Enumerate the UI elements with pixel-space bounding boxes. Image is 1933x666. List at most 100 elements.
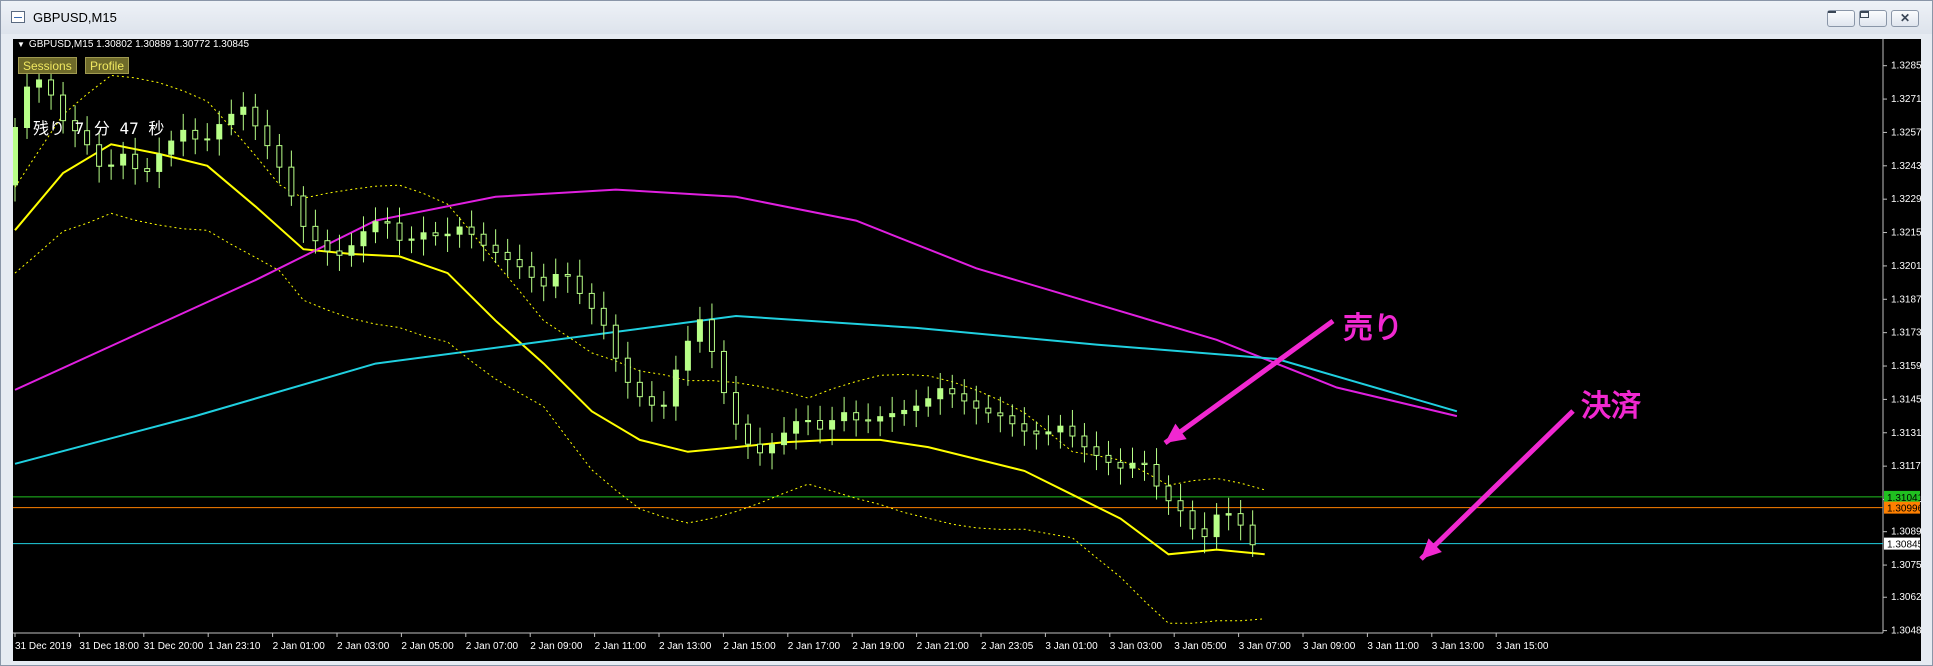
- x-tick-label: 2 Jan 11:00: [595, 641, 647, 652]
- candle-body: [925, 398, 932, 407]
- candle-body: [865, 419, 872, 422]
- candle-body: [648, 396, 655, 406]
- candle-body: [552, 273, 559, 287]
- candle-body: [468, 226, 475, 235]
- candle-body: [456, 226, 463, 235]
- y-tick-label: 1.31310: [1891, 428, 1921, 439]
- candle-body: [600, 307, 607, 326]
- candle-body: [973, 400, 980, 409]
- candle-body: [949, 388, 956, 395]
- candle-body: [576, 275, 583, 294]
- y-tick-label: 1.32290: [1891, 194, 1921, 205]
- candle-body: [769, 444, 776, 454]
- lower-band-line: [14, 212, 1265, 624]
- profile-button[interactable]: Profile: [85, 57, 130, 74]
- y-tick-label: 1.31450: [1891, 394, 1921, 405]
- candle-body: [696, 319, 703, 342]
- candle-body: [168, 140, 175, 155]
- moving-average-line: [14, 143, 1265, 556]
- x-tick-label: 31 Dec 20:00: [144, 641, 204, 652]
- y-tick-label: 1.32010: [1891, 261, 1921, 272]
- candle-body: [1189, 510, 1196, 530]
- candle-body: [96, 144, 103, 167]
- candle-body: [937, 388, 944, 400]
- candle-body: [528, 266, 535, 278]
- price-label-text: 1.30845: [1887, 540, 1921, 551]
- minimize-button[interactable]: [1827, 10, 1855, 27]
- candle-body: [504, 251, 511, 261]
- candle-body: [805, 420, 812, 423]
- chart-canvas[interactable]: 1.32850 1.32710 1.32570 1.32430 1.32290 1.321…: [13, 39, 1921, 661]
- x-tick-label: 2 Jan 05:00: [401, 641, 454, 652]
- terminal-window: GBPUSD,M15 ✕ 1.32850 1.32710 1.32570 1.3243…: [0, 0, 1933, 666]
- candle-body: [744, 423, 751, 445]
- candle-body: [636, 381, 643, 398]
- x-tick-label: 1 Jan 23:10: [208, 641, 261, 652]
- upper-band-line: [14, 74, 1265, 491]
- candle-body: [408, 238, 415, 241]
- candle-body: [264, 125, 271, 147]
- candle-body: [240, 106, 247, 115]
- candle-body: [252, 106, 259, 127]
- candle-body: [985, 407, 992, 414]
- candle-body: [1033, 430, 1040, 435]
- settle-annotation: 決済: [1581, 389, 1641, 424]
- candle-body: [348, 245, 355, 256]
- close-button[interactable]: ✕: [1891, 10, 1919, 27]
- y-tick-label: 1.30620: [1891, 592, 1921, 603]
- candle-body: [108, 164, 115, 167]
- maximize-icon: [1860, 11, 1869, 18]
- candle-body: [516, 259, 523, 268]
- candle-body: [132, 153, 139, 170]
- window-title-bar[interactable]: GBPUSD,M15 ✕: [1, 1, 1932, 34]
- x-tick-label: 2 Jan 13:00: [659, 641, 712, 652]
- candle-body: [817, 420, 824, 430]
- x-tick-label: 2 Jan 07:00: [466, 641, 519, 652]
- candle-body: [228, 113, 235, 126]
- candle-body: [660, 404, 667, 407]
- minimize-icon: [1828, 11, 1836, 13]
- candle-body: [1177, 500, 1184, 512]
- y-tick-label: 1.32710: [1891, 94, 1921, 105]
- x-tick-label: 3 Jan 01:00: [1045, 641, 1098, 652]
- x-tick-label: 2 Jan 17:00: [788, 641, 841, 652]
- candle-body: [36, 79, 43, 88]
- x-tick-label: 2 Jan 23:05: [981, 641, 1034, 652]
- y-tick-label: 1.32150: [1891, 228, 1921, 239]
- candle-body: [480, 233, 487, 246]
- candle-body: [1057, 425, 1064, 433]
- candle-body: [829, 420, 836, 430]
- y-tick-label: 1.32850: [1891, 61, 1921, 72]
- candle-body: [324, 240, 331, 252]
- x-tick-label: 2 Jan 21:00: [917, 641, 970, 652]
- candle-body: [336, 250, 343, 256]
- y-tick-label: 1.30755: [1891, 560, 1921, 571]
- candle-body: [1201, 528, 1208, 538]
- settle-arrow: [1419, 409, 1575, 561]
- collapse-triangle-icon[interactable]: ▼: [17, 40, 25, 49]
- candle-body: [781, 432, 788, 446]
- maximize-button[interactable]: [1859, 10, 1887, 27]
- x-tick-label: 3 Jan 11:00: [1367, 641, 1419, 652]
- x-tick-label: 3 Jan 09:00: [1303, 641, 1356, 652]
- candle-body: [216, 124, 223, 140]
- candle-body: [672, 369, 679, 407]
- y-tick-label: 1.31170: [1891, 461, 1921, 472]
- x-tick-label: 2 Jan 01:00: [273, 641, 326, 652]
- candle-body: [624, 357, 631, 383]
- candle-body: [432, 232, 439, 237]
- candle-body: [372, 221, 379, 233]
- candle-body: [1093, 446, 1100, 456]
- candle-body: [877, 416, 884, 422]
- candle-body: [13, 127, 18, 186]
- price-chart[interactable]: 1.32850 1.32710 1.32570 1.32430 1.32290 1.321…: [13, 39, 1921, 661]
- symbol-ohlc: GBPUSD,M15 1.30802 1.30889 1.30772 1.308…: [28, 39, 250, 50]
- candle-body: [1237, 513, 1244, 526]
- sessions-button[interactable]: Sessions: [18, 57, 77, 74]
- x-tick-label: 3 Jan 15:00: [1496, 641, 1549, 652]
- candle-body: [1213, 514, 1220, 538]
- x-tick-label: 3 Jan 07:00: [1239, 641, 1292, 652]
- x-tick-label: 3 Jan 03:00: [1110, 641, 1163, 652]
- candle-body: [997, 412, 1004, 417]
- candle-body: [288, 166, 295, 197]
